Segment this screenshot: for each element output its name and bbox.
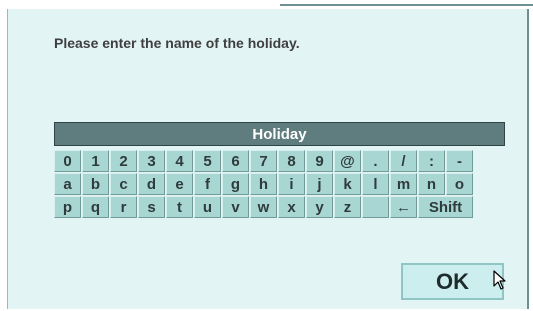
key-n[interactable]: n: [418, 173, 445, 195]
keyboard-row-2: a b c d e f g h i j k l m n o: [54, 173, 505, 195]
holiday-name-field[interactable]: Holiday: [54, 122, 505, 146]
holiday-name-dialog: Please enter the name of the holiday. Ho…: [7, 9, 529, 309]
left-arrow-icon: ←: [396, 198, 411, 216]
key-z[interactable]: z: [334, 196, 361, 218]
key-x[interactable]: x: [278, 196, 305, 218]
key-1[interactable]: 1: [82, 150, 109, 172]
key-slash[interactable]: /: [390, 150, 417, 172]
key-p[interactable]: p: [54, 196, 81, 218]
key-g[interactable]: g: [222, 173, 249, 195]
key-c[interactable]: c: [110, 173, 137, 195]
key-v[interactable]: v: [222, 196, 249, 218]
shift-key[interactable]: Shift: [418, 196, 473, 218]
key-space[interactable]: [362, 196, 389, 218]
key-a[interactable]: a: [54, 173, 81, 195]
key-6[interactable]: 6: [222, 150, 249, 172]
key-8[interactable]: 8: [278, 150, 305, 172]
key-j[interactable]: j: [306, 173, 333, 195]
key-l[interactable]: l: [362, 173, 389, 195]
key-s[interactable]: s: [138, 196, 165, 218]
key-r[interactable]: r: [110, 196, 137, 218]
ok-button[interactable]: OK: [401, 263, 504, 300]
keyboard-row-1: 0 1 2 3 4 5 6 7 8 9 @ . / : -: [54, 150, 505, 172]
key-at[interactable]: @: [334, 150, 361, 172]
key-k[interactable]: k: [334, 173, 361, 195]
key-f[interactable]: f: [194, 173, 221, 195]
key-hyphen[interactable]: -: [446, 150, 473, 172]
key-9[interactable]: 9: [306, 150, 333, 172]
key-m[interactable]: m: [390, 173, 417, 195]
key-w[interactable]: w: [250, 196, 277, 218]
mouse-pointer-icon: [493, 270, 506, 290]
backspace-key[interactable]: ←: [390, 196, 417, 218]
key-t[interactable]: t: [166, 196, 193, 218]
key-h[interactable]: h: [250, 173, 277, 195]
key-u[interactable]: u: [194, 196, 221, 218]
key-period[interactable]: .: [362, 150, 389, 172]
key-i[interactable]: i: [278, 173, 305, 195]
onscreen-keyboard: 0 1 2 3 4 5 6 7 8 9 @ . / : - a b c d e …: [54, 150, 505, 219]
window-edge-line: [280, 4, 533, 6]
key-5[interactable]: 5: [194, 150, 221, 172]
key-0[interactable]: 0: [54, 150, 81, 172]
key-e[interactable]: e: [166, 173, 193, 195]
key-7[interactable]: 7: [250, 150, 277, 172]
key-y[interactable]: y: [306, 196, 333, 218]
key-o[interactable]: o: [446, 173, 473, 195]
keyboard-row-3: p q r s t u v w x y z ← Shift: [54, 196, 505, 218]
key-2[interactable]: 2: [110, 150, 137, 172]
key-b[interactable]: b: [82, 173, 109, 195]
prompt-text: Please enter the name of the holiday.: [54, 35, 300, 51]
key-d[interactable]: d: [138, 173, 165, 195]
key-4[interactable]: 4: [166, 150, 193, 172]
key-3[interactable]: 3: [138, 150, 165, 172]
key-colon[interactable]: :: [418, 150, 445, 172]
key-q[interactable]: q: [82, 196, 109, 218]
